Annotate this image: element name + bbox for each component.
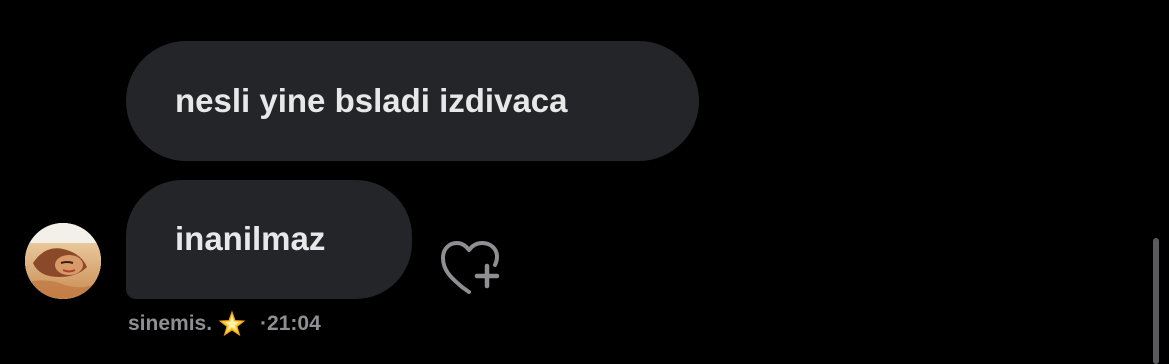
heart-plus-icon[interactable] — [436, 232, 504, 294]
message-bubble[interactable]: nesli yine bsladi izdivaca — [126, 41, 699, 161]
message-time: ·21:04 — [260, 312, 321, 335]
avatar-photo — [25, 223, 101, 299]
sender-name[interactable]: sinemis. — [128, 312, 212, 336]
scrollbar[interactable] — [1153, 238, 1159, 364]
message-meta: sinemis. ·21:04 — [128, 309, 321, 339]
message-text: nesli yine bsladi izdivaca — [175, 82, 568, 119]
message-bubble[interactable]: inanilmaz — [126, 180, 412, 299]
message-text: inanilmaz — [175, 220, 326, 257]
avatar[interactable] — [25, 223, 101, 299]
glowing-star-icon — [218, 310, 246, 338]
